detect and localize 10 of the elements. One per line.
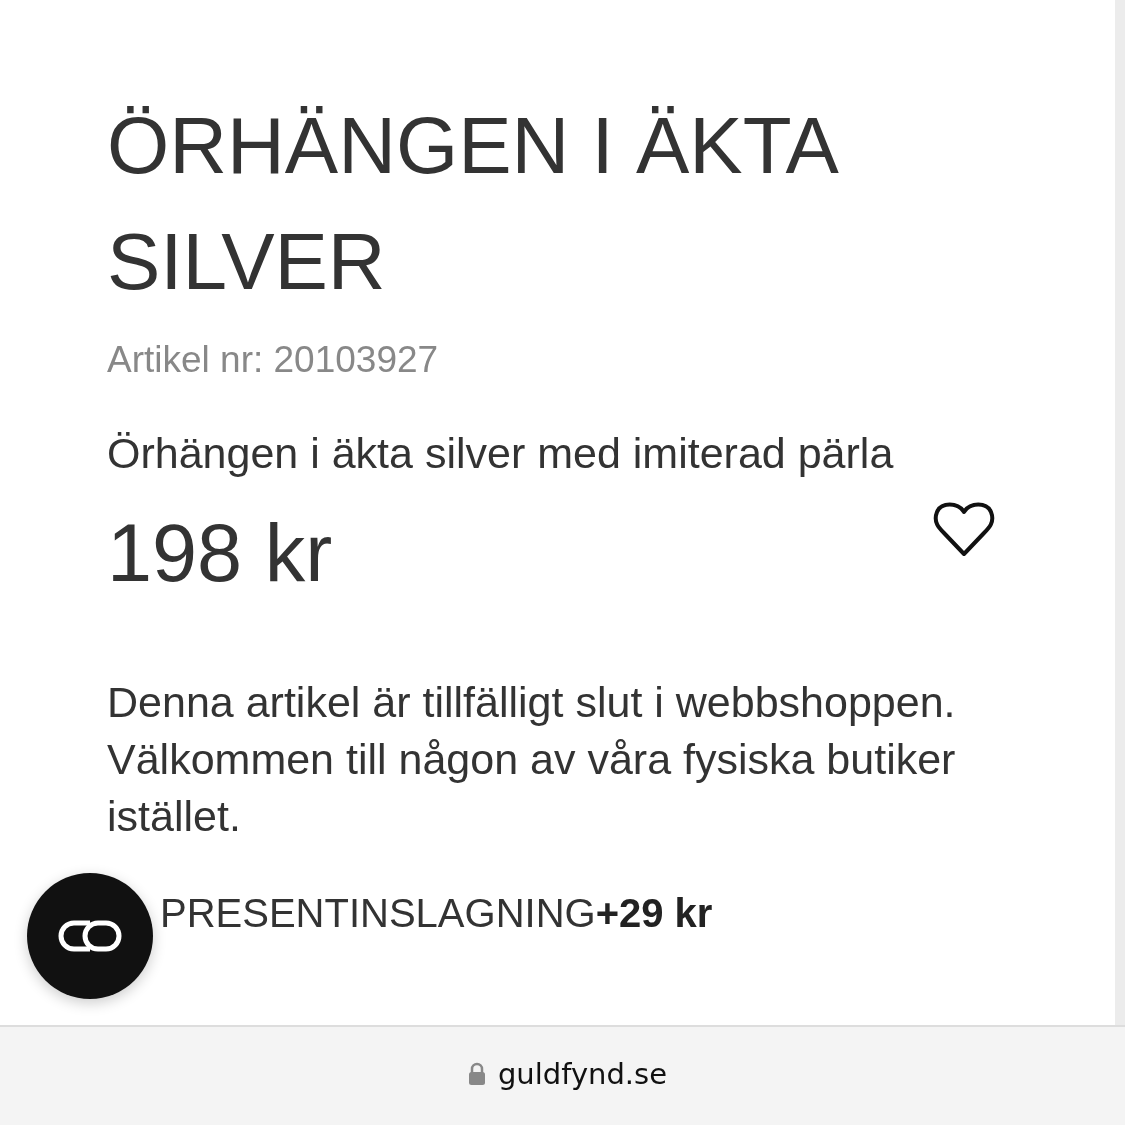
floating-action-button[interactable] xyxy=(27,873,153,999)
gift-wrap-option: PRESENTINSLAGNING+29 kr xyxy=(160,891,713,936)
toggle-icon xyxy=(57,919,123,953)
lock-icon xyxy=(467,1062,486,1086)
url-text[interactable]: guldfynd.se xyxy=(497,1057,668,1091)
product-title: ÖRHÄNGEN I ÄKTA SILVER xyxy=(107,100,837,308)
article-number: Artikel nr: 20103927 xyxy=(107,339,439,381)
product-price: 198 kr xyxy=(107,510,333,596)
product-description: Örhängen i äkta silver med imiterad pärla xyxy=(107,429,894,478)
stock-notice: Denna artikel är tillfälligt slut i webbshoppen. Välkommen till någon av våra fysiska butiker istället. xyxy=(107,677,957,842)
